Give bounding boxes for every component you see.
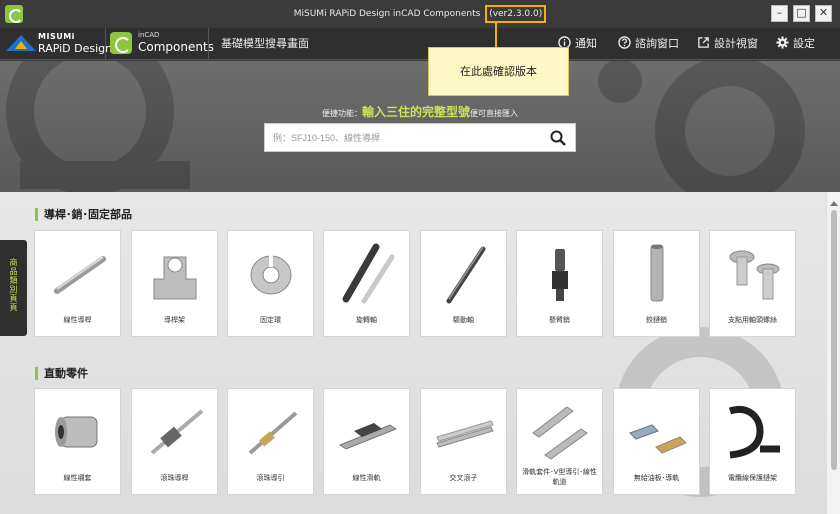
product-card-ball-guide[interactable]: 滾珠導引 [227,388,314,495]
scrollbar[interactable] [826,192,840,514]
help-icon [618,36,631,49]
nav-settings[interactable]: 設定 [776,28,815,60]
search-icon[interactable] [550,130,566,146]
product-card-label: 滑軌套件･V型導引･線性軌道 [522,468,597,486]
nav-inquiry-label: 諮詢窗口 [635,37,679,50]
search-banner: 便捷功能：輸入三住的完整型號便可直接匯入 [0,61,840,192]
header-bar: MISUMi RAPiD Design inCAD Components 基礎模… [0,28,840,60]
product-card-label: 線性滑軌 [352,474,381,482]
section-title: 直動零件 [35,367,88,380]
linear-bushing-image [55,416,98,448]
linear-guide-image [338,423,398,450]
misumi-mark-icon [6,35,36,51]
product-card-label: 滾珠導桿 [160,474,189,482]
shaft-holder-image [153,256,197,300]
hinge-pin-image [650,244,664,302]
product-card-label: 線性導桿 [63,316,92,324]
product-card-label: 固定環 [260,316,281,324]
product-card-label: 鉸鏈銷 [646,316,667,324]
collar-image [250,255,292,295]
cantilever-pin-image [552,249,568,301]
search-hint-emphasis: 輸入三住的完整型號 [361,105,470,119]
linear-shaft-image [54,256,106,294]
cross-roller-image [436,420,494,448]
product-card-linear-bushing[interactable]: 線性襯套 [34,388,121,495]
product-card-label: 線性襯套 [63,474,92,482]
nav-design-window-label: 設計視窗 [714,37,758,50]
product-card-label: 無給油板･導軌 [633,474,680,482]
close-button[interactable]: ✕ [815,5,832,22]
maximize-button[interactable]: □ [793,5,810,22]
product-card-hinge-pin[interactable]: 鉸鏈銷 [613,230,700,337]
product-card-linear-guide[interactable]: 線性滑軌 [323,388,410,495]
gear-background-icon [6,61,190,192]
incad-logo-line2: Components [138,40,214,54]
divider [105,28,106,60]
product-card-oil-free-plate[interactable]: 無給油板･導軌 [613,388,700,495]
cable-carrier-image [728,406,780,459]
nav-inquiry[interactable]: 諮詢窗口 [618,28,679,60]
shoulder-screw-image [729,250,780,300]
product-card-slide-rail-kit[interactable]: 滑軌套件･V型導引･線性軌道 [516,388,603,495]
ball-guide-image [248,411,298,455]
section-title: 導桿･銷･固定部品 [35,208,132,221]
nav-design-window[interactable]: 設計視窗 [697,28,758,60]
nav-settings-label: 設定 [793,37,815,50]
search-box [264,123,576,152]
product-card-label: 支點用軸頭螺絲 [728,316,777,324]
product-card-shoulder-screw[interactable]: 支點用軸頭螺絲 [709,230,796,337]
product-card-label: 驅動軸 [453,316,474,324]
ball-spline-image [150,409,204,455]
product-card-label: 導桿架 [164,316,185,324]
category-area: 導桿･銷･固定部品 線性導桿 導桿架 固定環 旋轉軸 驅動軸 懸臂銷 鉸鏈銷 支… [0,192,826,514]
product-card-label: 旋轉軸 [356,316,377,324]
scrollbar-thumb[interactable] [831,210,837,470]
product-card-label: 電纜線保護鏈架 [728,474,777,482]
product-card-label: 交叉滾子 [449,474,478,482]
divider [208,28,209,60]
product-card-cross-roller[interactable]: 交叉滾子 [420,388,507,495]
gear-icon [776,36,789,49]
search-hint-suffix: 便可直接匯入 [470,109,518,118]
window-title: MiSUMi RAPiD Design inCAD Components (ve… [0,0,840,28]
misumi-logo[interactable]: MISUMi RAPiD Design [6,31,112,57]
page-title: 基礎模型搜尋畫面 [221,37,309,50]
product-card-cantilever-pin[interactable]: 懸臂銷 [516,230,603,337]
product-card-ball-spline[interactable]: 滾珠導桿 [131,388,218,495]
search-hint: 便捷功能：輸入三住的完整型號便可直接匯入 [0,103,840,120]
window-title-text: MiSUMi RAPiD Design inCAD Components [293,9,481,19]
misumi-logo-line2: RAPiD Design [38,42,113,55]
search-hint-prefix: 便捷功能： [321,109,362,118]
category-page-tab[interactable]: 商品類別頁頁 [0,240,27,336]
rotary-shaft-image [342,243,395,304]
version-label: (ver2.3.0.0) [485,5,547,23]
product-card-label: 滾珠導引 [256,474,285,482]
product-card-cable-carrier[interactable]: 電纜線保護鏈架 [709,388,796,495]
incad-logo[interactable]: inCAD Components [108,31,214,57]
drive-shaft-image [446,246,486,304]
category-page-tab-label: 商品類別頁頁 [9,258,18,312]
incad-logo-line1: inCAD [138,31,160,39]
slide-rail-kit-image [532,406,588,460]
external-link-icon [698,37,709,48]
product-card-linear-shaft[interactable]: 線性導桿 [34,230,121,337]
product-card-drive-shaft[interactable]: 驅動軸 [420,230,507,337]
incad-logo-icon [110,32,132,54]
oil-free-plate-image [629,424,687,454]
scroll-up-icon[interactable] [830,201,838,206]
gear-background-icon [598,61,805,192]
product-card-label: 懸臂銷 [549,316,570,324]
callout-pointer [495,22,497,47]
search-input[interactable] [273,130,543,146]
minimize-button[interactable]: – [771,5,788,22]
product-card-shaft-holder[interactable]: 導桿架 [131,230,218,337]
product-card-collar[interactable]: 固定環 [227,230,314,337]
misumi-logo-line1: MISUMi [38,32,75,41]
product-card-rotary-shaft[interactable]: 旋轉軸 [323,230,410,337]
nav-notifications-label: 通知 [575,37,597,50]
title-bar: MiSUMi RAPiD Design inCAD Components (ve… [0,0,840,28]
version-callout: 在此處確認版本 [428,47,569,96]
